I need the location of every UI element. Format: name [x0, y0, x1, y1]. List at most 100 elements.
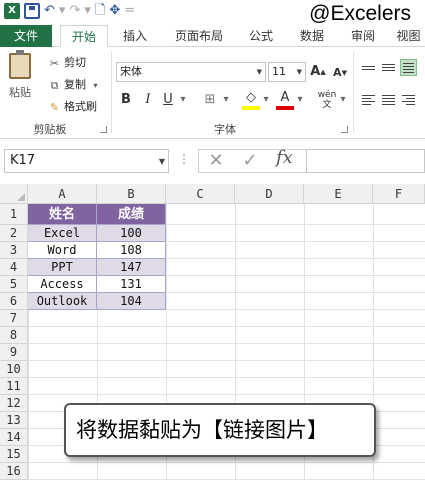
font-name-select[interactable]: 宋体 ▼ [116, 62, 266, 82]
row-header[interactable]: 8 [0, 327, 28, 344]
row-header[interactable]: 6 [0, 293, 28, 310]
underline-dropdown-icon[interactable]: ▾ [178, 90, 188, 110]
fill-color-icon[interactable]: ◇ [242, 90, 260, 110]
pinyin-button[interactable]: wén 文 [316, 90, 338, 110]
align-bottom-icon[interactable] [400, 59, 417, 76]
row-header[interactable]: 9 [0, 344, 28, 361]
shrink-font-button[interactable]: A▼ [332, 63, 348, 83]
border-icon[interactable]: ⊞ [200, 90, 220, 110]
column-header-e[interactable]: E [304, 184, 373, 204]
formula-bar-grip-icon[interactable]: ⋮ [178, 152, 190, 166]
group-divider [353, 51, 354, 133]
column-header-f[interactable]: F [373, 184, 425, 204]
row-header[interactable]: 13 [0, 412, 28, 429]
underline-button[interactable]: U [160, 90, 176, 110]
touch-mode-icon[interactable]: ✥ [109, 3, 120, 19]
tab-home[interactable]: 开始 [60, 25, 108, 48]
pinyin-icon: wén [317, 90, 337, 100]
row-header[interactable]: 16 [0, 463, 28, 480]
chevron-down-icon: ▼ [256, 68, 262, 76]
vertical-align-row [360, 59, 417, 76]
title-bar: X ↶ ▾ ↷ ▾ 🗋 ✥ = @Excelers [0, 0, 425, 25]
format-painter-button[interactable]: ✎ 格式刷 [48, 98, 97, 116]
column-header-b[interactable]: B [97, 184, 166, 204]
undo-icon[interactable]: ↶ [44, 3, 55, 19]
customize-qat-icon[interactable]: = [124, 3, 135, 19]
insert-function-button[interactable]: fx [276, 147, 293, 168]
copy-dropdown-icon[interactable]: ▾ [89, 79, 102, 92]
table-header-cell[interactable]: 成绩 [97, 204, 166, 225]
group-divider [111, 51, 112, 133]
row-header[interactable]: 3 [0, 242, 28, 259]
copy-icon: ⧉ [50, 78, 59, 92]
tab-formulas[interactable]: 公式 [243, 25, 279, 47]
name-box[interactable]: K17 ▼ [4, 149, 169, 173]
row-header[interactable]: 15 [0, 446, 28, 463]
grow-font-button[interactable]: A▲ [310, 62, 326, 82]
shrink-font-icon: A [333, 66, 342, 79]
column-header-a[interactable]: A [28, 184, 97, 204]
font-color-icon[interactable]: A [276, 90, 294, 110]
paste-button[interactable]: 粘贴 [6, 50, 34, 113]
italic-button[interactable]: I [140, 90, 156, 110]
table-cell[interactable]: Excel [28, 225, 97, 242]
cut-button[interactable]: ✂ 剪切 [48, 54, 86, 72]
table-cell[interactable]: Word [28, 242, 97, 259]
row-header[interactable]: 11 [0, 378, 28, 395]
table-cell[interactable]: Outlook [28, 293, 97, 310]
align-left-icon[interactable] [360, 91, 377, 108]
undo-dropdown-icon[interactable]: ▾ [59, 3, 66, 19]
row-header[interactable]: 1 [0, 204, 28, 225]
table-header-cell[interactable]: 姓名 [28, 204, 97, 225]
font-color-dropdown-icon[interactable]: ▾ [295, 90, 305, 110]
font-size-select[interactable]: 11 ▼ [268, 62, 306, 82]
table-cell[interactable]: 104 [97, 293, 166, 310]
tab-page-layout[interactable]: 页面布局 [168, 25, 230, 47]
table-cell[interactable]: PPT [28, 259, 97, 276]
tab-data[interactable]: 数据 [292, 25, 332, 47]
column-header-c[interactable]: C [166, 184, 235, 204]
align-center-icon[interactable] [380, 91, 397, 108]
table-cell[interactable]: 100 [97, 225, 166, 242]
row-header[interactable]: 10 [0, 361, 28, 378]
select-all-corner[interactable] [0, 184, 28, 204]
tab-file[interactable]: 文件 [0, 25, 52, 47]
bold-button[interactable]: B [118, 90, 134, 110]
tab-view[interactable]: 视图 [392, 25, 425, 47]
row-header[interactable]: 12 [0, 395, 28, 412]
border-dropdown-icon[interactable]: ▾ [221, 90, 231, 110]
table-cell[interactable]: 108 [97, 242, 166, 259]
enter-icon[interactable]: ✓ [238, 149, 262, 173]
table-cell[interactable]: Access [28, 276, 97, 293]
excel-logo-icon: X [4, 3, 20, 19]
table-cell[interactable]: 147 [97, 259, 166, 276]
cancel-icon[interactable]: ✕ [204, 149, 228, 173]
pinyin-dropdown-icon[interactable]: ▾ [338, 90, 348, 110]
watermark: @Excelers [309, 2, 411, 25]
print-preview-icon[interactable]: 🗋 [95, 3, 105, 19]
redo-icon[interactable]: ↷ [69, 3, 80, 19]
column-header-d[interactable]: D [235, 184, 304, 204]
row-header[interactable]: 2 [0, 225, 28, 242]
redo-dropdown-icon[interactable]: ▾ [84, 3, 91, 19]
paste-label: 粘贴 [9, 86, 31, 99]
row-header[interactable]: 7 [0, 310, 28, 327]
font-launcher-icon[interactable] [341, 126, 348, 133]
tab-insert[interactable]: 插入 [115, 25, 155, 47]
table-cell[interactable]: 131 [97, 276, 166, 293]
save-icon[interactable] [24, 3, 40, 19]
clipboard-launcher-icon[interactable] [100, 126, 107, 133]
row-header[interactable]: 5 [0, 276, 28, 293]
align-right-icon[interactable] [400, 91, 417, 108]
fill-color-dropdown-icon[interactable]: ▾ [261, 90, 271, 110]
ribbon-tabs: 文件 开始 插入 页面布局 公式 数据 审阅 视图 [0, 25, 425, 48]
align-middle-icon[interactable] [380, 59, 397, 76]
row-header[interactable]: 4 [0, 259, 28, 276]
ribbon-home: 粘贴 ✂ 剪切 ⧉ 复制 ▾ ✎ 格式刷 剪贴板 宋体 ▼ 11 ▼ A▲ A▼… [0, 47, 425, 139]
formula-input[interactable] [306, 149, 425, 173]
tab-review[interactable]: 审阅 [345, 25, 381, 47]
row-header[interactable]: 14 [0, 429, 28, 446]
callout-box: 将数据黏贴为【链接图片】 [64, 403, 376, 457]
align-top-icon[interactable] [360, 59, 377, 76]
copy-button[interactable]: ⧉ 复制 ▾ [48, 76, 102, 94]
